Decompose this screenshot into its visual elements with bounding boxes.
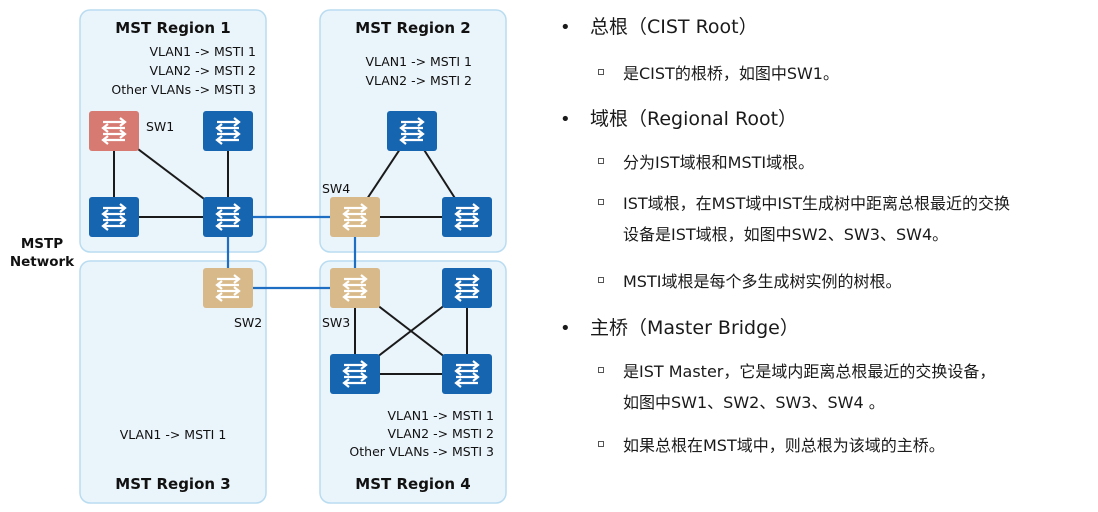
sw1-cist-root-switch [89,111,139,151]
region-4-mapping-2: VLAN2 -> MSTI 2 [387,426,494,441]
region-2-title: MST Region 2 [355,19,470,37]
note-item-text-line-1: 是IST Master，它是域内距离总根最近的交换设备， [623,362,996,381]
note-item-text: 分为IST域根和MSTI域根。 [623,153,815,172]
note-item: IST域根，在MST域中IST生成树中距离总根最近的交换 设备是IST域根，如图… [598,188,1010,250]
note-heading-cist-root: • 总根（CIST Root） [560,12,758,39]
note-heading-text: 总根（CIST Root） [590,16,758,38]
region-2-mapping-2: VLAN2 -> MSTI 2 [365,73,472,88]
note-item-text: 是CIST的根桥，如图中SW1。 [623,64,839,83]
r4-switch-top-right [442,268,492,308]
note-heading-text: 域根（Regional Root） [590,108,798,130]
mstp-topology-diagram: MST Region 1 VLAN1 -> MSTI 1 VLAN2 -> MS… [10,9,507,504]
r1-switch-top-right [203,111,253,151]
sw3-regional-root-switch [330,268,380,308]
sw1-label: SW1 [146,119,174,134]
r1-switch-bottom-right [203,197,253,237]
note-item: 是IST Master，它是域内距离总根最近的交换设备， 如图中SW1、SW2、… [598,356,995,418]
r2-switch-bottom-right [442,197,492,237]
sw2-regional-root-switch [203,268,253,308]
r4-switch-bottom-right [442,354,492,394]
sw2-label: SW2 [234,315,262,330]
note-item-text: 如果总根在MST域中，则总根为该域的主桥。 [623,436,945,455]
region-4-mapping-3: Other VLANs -> MSTI 3 [349,444,494,459]
square-bullet-icon [598,199,604,205]
note-item-text-line-1: IST域根，在MST域中IST生成树中距离总根最近的交换 [623,194,1011,213]
note-heading-text: 主桥（Master Bridge） [590,317,799,339]
bullet-dot-icon: • [560,318,571,339]
note-item-text-line-2: 设备是IST域根，如图中SW2、SW3、SW4。 [623,225,949,244]
r1-switch-bottom-left [89,197,139,237]
r4-switch-bottom-left [330,354,380,394]
region-1-title: MST Region 1 [115,19,230,37]
region-1-mapping-1: VLAN1 -> MSTI 1 [149,44,256,59]
region-2-mapping-1: VLAN1 -> MSTI 1 [365,54,472,69]
note-item-text: MSTI域根是每个多生成树实例的树根。 [623,272,902,291]
square-bullet-icon [598,277,604,283]
square-bullet-icon [598,441,604,447]
square-bullet-icon [598,367,604,373]
note-item: 是CIST的根桥，如图中SW1。 [598,58,839,89]
square-bullet-icon [598,69,604,75]
region-4-title: MST Region 4 [355,475,470,493]
region-1-mapping-2: VLAN2 -> MSTI 2 [149,63,256,78]
note-item: MSTI域根是每个多生成树实例的树根。 [598,266,901,297]
sw4-regional-root-switch [330,197,380,237]
note-heading-regional-root: • 域根（Regional Root） [560,104,797,131]
note-item-text-line-2: 如图中SW1、SW2、SW3、SW4 。 [623,393,885,412]
region-3-title: MST Region 3 [115,475,230,493]
note-heading-master-bridge: • 主桥（Master Bridge） [560,313,799,340]
note-item: 如果总根在MST域中，则总根为该域的主桥。 [598,430,945,461]
r2-switch-top [387,111,437,151]
network-label-line-2: Network [10,254,75,270]
bullet-dot-icon: • [560,17,571,38]
sw3-label: SW3 [322,315,350,330]
square-bullet-icon [598,158,604,164]
region-1-mapping-3: Other VLANs -> MSTI 3 [111,82,256,97]
sw4-label: SW4 [322,181,350,196]
region-4-mapping-1: VLAN1 -> MSTI 1 [387,408,494,423]
network-label-line-1: MSTP [21,236,63,252]
bullet-dot-icon: • [560,109,571,130]
region-3-mapping-1: VLAN1 -> MSTI 1 [120,427,227,442]
note-item: 分为IST域根和MSTI域根。 [598,147,814,178]
